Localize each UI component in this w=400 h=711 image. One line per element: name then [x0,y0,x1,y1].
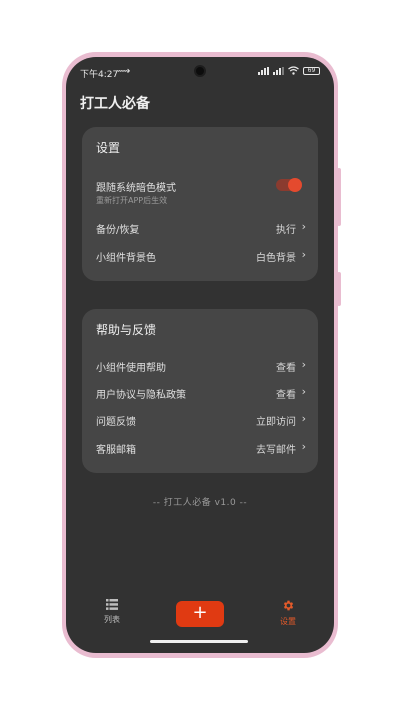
dark-mode-label: 跟随系统暗色模式 [96,183,176,194]
signal-icon-2 [273,66,284,75]
backup-row[interactable]: 备份/恢复 执行 › [96,219,306,237]
widget-bg-value: 白色背景 [256,253,296,264]
status-icons: 69 [258,66,320,75]
bottom-nav: 列表 + 设置 [66,593,334,643]
nav-list[interactable]: 列表 [92,599,132,625]
widget-bg-label: 小组件背景色 [96,253,156,264]
status-bar: 下午4:27 ⟿ 69 [66,57,334,87]
help-row-label: 问题反馈 [96,417,136,428]
help-row-feedback[interactable]: 问题反馈 立即访问 › [96,411,306,429]
dark-mode-toggle[interactable] [276,178,302,192]
help-row-label: 用户协议与隐私政策 [96,390,186,401]
widget-bg-row[interactable]: 小组件背景色 白色背景 › [96,247,306,265]
battery-icon: 69 [303,66,320,75]
nav-settings-label: 设置 [280,617,296,626]
backup-value: 执行 [276,225,296,236]
dark-mode-row[interactable]: 跟随系统暗色模式 [96,177,306,195]
page-title: 打工人必备 [80,96,150,112]
help-row-value: 立即访问 [256,417,296,428]
backup-label: 备份/恢复 [96,225,140,236]
gear-icon [283,600,293,611]
version-text: -- 打工人必备 v1.0 -- [152,498,248,508]
settings-card: 设置 跟随系统暗色模式 重新打开APP后生效 备份/恢复 执行 › 小组件背景色… [82,127,318,281]
home-indicator[interactable] [150,640,248,643]
chevron-right-icon: › [301,248,306,261]
help-row-privacy[interactable]: 用户协议与隐私政策 查看 › [96,384,306,402]
list-icon [106,599,118,610]
nav-list-label: 列表 [104,615,120,624]
front-camera [194,65,206,77]
signal-icon [258,66,269,75]
phone-volume-button [337,168,341,226]
help-row-value: 查看 [276,363,296,374]
phone-power-button [337,272,341,306]
status-time: 下午4:27 [80,70,119,80]
toggle-knob [288,178,302,192]
chevron-right-icon: › [301,440,306,453]
chevron-right-icon: › [301,358,306,371]
help-card: 帮助与反馈 小组件使用帮助 查看 › 用户协议与隐私政策 查看 › 问题反馈 立… [82,309,318,473]
nav-settings[interactable]: 设置 [268,599,308,627]
help-row-label: 客服邮箱 [96,445,136,456]
chevron-right-icon: › [301,220,306,233]
help-row-email[interactable]: 客服邮箱 去写邮件 › [96,439,306,457]
settings-card-title: 设置 [96,141,121,155]
help-card-title: 帮助与反馈 [96,323,157,337]
help-row-label: 小组件使用帮助 [96,363,166,374]
app-screen: 下午4:27 ⟿ 69 打工人必备 设置 跟随系统暗色模式 重新打开APP后生效… [66,57,334,653]
help-row-value: 查看 [276,390,296,401]
add-button[interactable]: + [176,601,224,627]
dark-mode-sublabel: 重新打开APP后生效 [96,196,168,205]
wifi-icon [288,66,299,75]
vibrate-icon: ⟿ [116,66,131,77]
chevron-right-icon: › [301,385,306,398]
help-row-widget-help[interactable]: 小组件使用帮助 查看 › [96,357,306,375]
chevron-right-icon: › [301,412,306,425]
help-row-value: 去写邮件 [256,445,296,456]
